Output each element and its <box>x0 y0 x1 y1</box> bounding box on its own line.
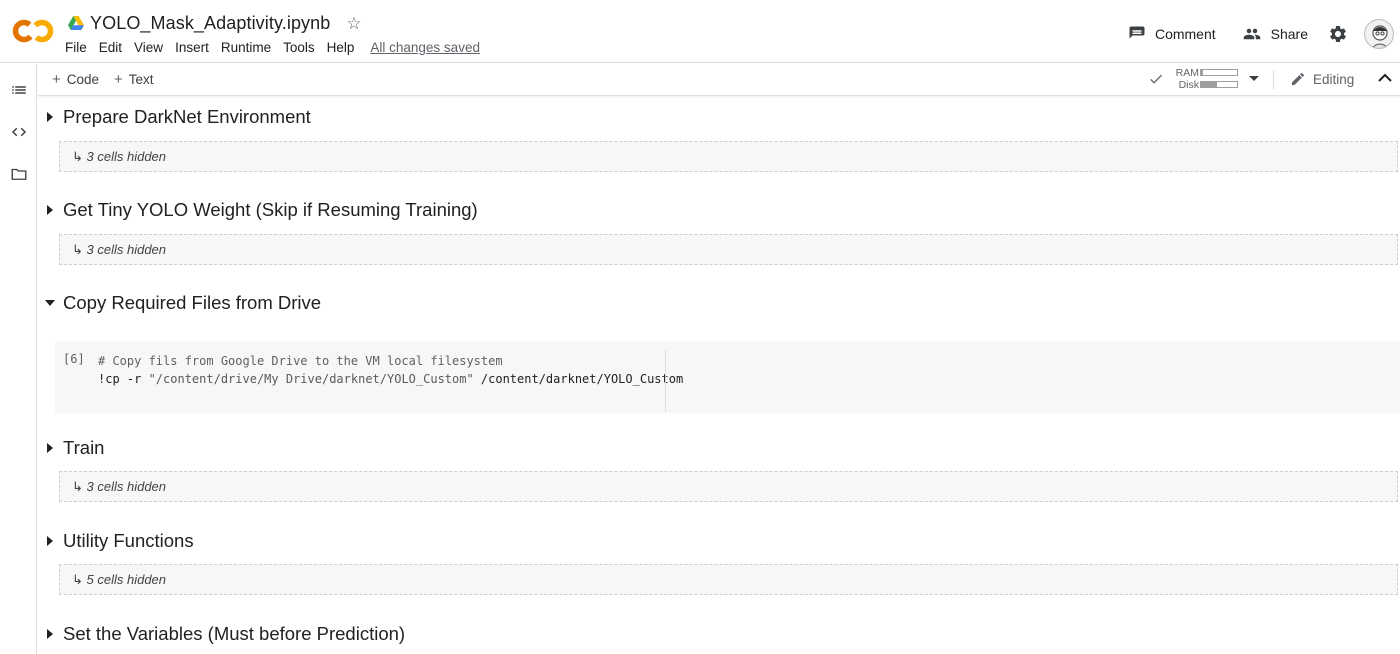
share-button[interactable]: Share <box>1242 25 1308 43</box>
menu-edit[interactable]: Edit <box>99 40 122 55</box>
resource-meters[interactable] <box>1200 69 1238 93</box>
code-snippets-icon[interactable] <box>10 123 28 141</box>
resources-dropdown-icon[interactable] <box>1249 76 1259 82</box>
code-destination: /content/darknet/YOLO_Custom <box>473 372 684 386</box>
people-icon <box>1243 28 1260 40</box>
files-folder-icon[interactable] <box>10 165 28 183</box>
add-text-label: Text <box>128 72 154 87</box>
share-label: Share <box>1270 26 1308 42</box>
settings-gear-icon[interactable] <box>1328 24 1348 44</box>
editing-mode-button[interactable]: Editing <box>1290 71 1354 87</box>
toolbar-divider <box>1273 70 1274 90</box>
avatar-face-icon <box>1371 25 1389 48</box>
menu-runtime[interactable]: Runtime <box>221 40 271 55</box>
menu-bar: File Edit View Insert Runtime Tools Help… <box>65 40 480 55</box>
section-prepare-darknet[interactable]: Prepare DarkNet Environment <box>38 103 311 131</box>
code-cell[interactable]: [6] # Copy fils from Google Drive to the… <box>55 341 1400 413</box>
section-set-variables[interactable]: Set the Variables (Must before Predictio… <box>38 620 405 648</box>
ram-meter-fill <box>1201 70 1203 75</box>
app-header: YOLO_Mask_Adaptivity.ipynb ☆ File Edit V… <box>0 0 1400 63</box>
menu-file[interactable]: File <box>65 40 87 55</box>
resource-labels[interactable]: RAM Disk <box>1169 67 1199 91</box>
caret-right-icon[interactable] <box>38 443 62 453</box>
menu-help[interactable]: Help <box>327 40 355 55</box>
title-row: YOLO_Mask_Adaptivity.ipynb ☆ <box>68 10 362 36</box>
add-text-button[interactable]: + Text <box>114 71 154 88</box>
caret-right-icon[interactable] <box>38 536 62 546</box>
colab-logo[interactable] <box>12 14 54 48</box>
code-comment-line: # Copy fils from Google Drive to the VM … <box>98 354 503 368</box>
code-string: "/content/drive/My Drive/darknet/YOLO_Cu… <box>148 372 474 386</box>
ram-label: RAM <box>1175 67 1199 79</box>
hidden-cells-indicator[interactable]: ↳ 3 cells hidden <box>59 234 1398 265</box>
user-avatar[interactable] <box>1364 19 1394 49</box>
disk-label: Disk <box>1178 79 1199 91</box>
section-copy-files[interactable]: Copy Required Files from Drive <box>38 289 321 317</box>
section-train[interactable]: Train <box>38 434 104 462</box>
plus-icon: + <box>52 71 61 88</box>
add-code-label: Code <box>66 72 100 87</box>
chevron-up-icon[interactable] <box>1378 73 1392 83</box>
left-side-rail <box>0 64 37 654</box>
menu-tools[interactable]: Tools <box>283 40 315 55</box>
disk-meter <box>1200 81 1238 88</box>
section-title: Set the Variables (Must before Predictio… <box>63 623 406 644</box>
menu-insert[interactable]: Insert <box>175 40 209 55</box>
caret-right-icon[interactable] <box>38 112 62 122</box>
comment-label: Comment <box>1154 26 1216 42</box>
hidden-cells-indicator[interactable]: ↳ 5 cells hidden <box>59 564 1398 595</box>
code-command: !cp -r <box>98 372 149 386</box>
pencil-icon <box>1292 72 1305 85</box>
comment-icon <box>1129 26 1145 39</box>
notebook-title[interactable]: YOLO_Mask_Adaptivity.ipynb <box>90 13 330 34</box>
section-utility-functions[interactable]: Utility Functions <box>38 527 194 555</box>
section-title: Prepare DarkNet Environment <box>63 106 311 127</box>
star-icon[interactable]: ☆ <box>346 15 361 32</box>
section-get-tiny-yolo[interactable]: Get Tiny YOLO Weight (Skip if Resuming T… <box>38 196 478 224</box>
notebook-toolbar: + Code + Text RAM Disk Editing <box>38 64 1400 96</box>
editing-label: Editing <box>1313 71 1355 87</box>
table-of-contents-icon[interactable] <box>10 81 28 99</box>
plus-icon: + <box>114 71 123 88</box>
caret-down-icon[interactable] <box>38 299 62 307</box>
section-title: Train <box>63 437 105 458</box>
hidden-cells-indicator[interactable]: ↳ 3 cells hidden <box>59 471 1398 502</box>
menu-view[interactable]: View <box>134 40 163 55</box>
connected-check-icon <box>1150 74 1162 84</box>
ram-meter <box>1200 69 1238 76</box>
section-title: Utility Functions <box>63 530 194 551</box>
section-title: Copy Required Files from Drive <box>63 292 322 313</box>
caret-right-icon[interactable] <box>38 205 62 215</box>
caret-right-icon[interactable] <box>38 629 62 639</box>
header-actions: Comment Share <box>1128 14 1400 54</box>
hidden-cells-indicator[interactable]: ↳ 3 cells hidden <box>59 141 1398 172</box>
execution-count: [6] <box>63 352 85 366</box>
google-drive-icon[interactable] <box>68 16 84 30</box>
save-status-link[interactable]: All changes saved <box>370 40 480 55</box>
code-editor[interactable]: # Copy fils from Google Drive to the VM … <box>98 352 683 388</box>
comment-button[interactable]: Comment <box>1128 25 1216 43</box>
code-ruler-line <box>665 350 666 412</box>
disk-meter-fill <box>1201 82 1218 87</box>
section-title: Get Tiny YOLO Weight (Skip if Resuming T… <box>63 199 478 220</box>
add-code-button[interactable]: + Code <box>52 71 99 88</box>
